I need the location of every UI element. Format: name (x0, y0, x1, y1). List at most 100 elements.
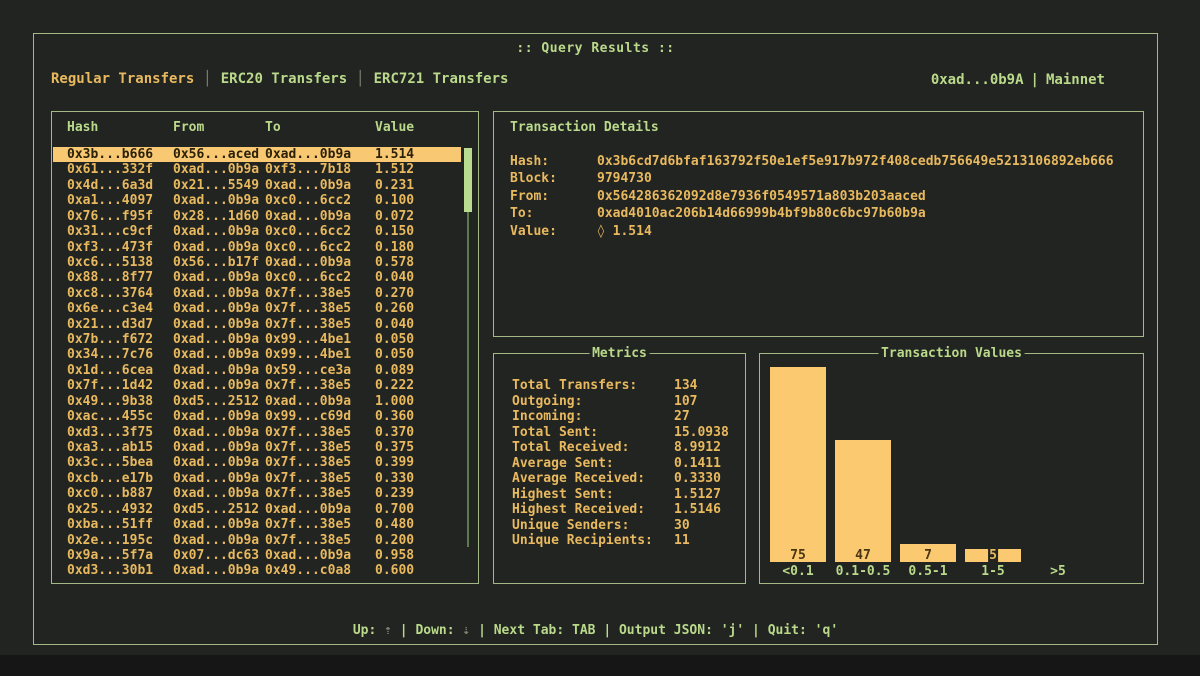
tab-erc721-transfers[interactable]: ERC721 Transfers (374, 71, 509, 87)
bar-value-label: 47 (855, 548, 871, 563)
table-row[interactable]: 0x3c...5bea0xad...0b9a0x7f...38e50.399 (53, 455, 461, 470)
cell-hash: 0x76...f95f (67, 209, 173, 224)
table-row[interactable]: 0x2e...195c0xad...0b9a0x7f...38e50.200 (53, 533, 461, 548)
status-separator: | (596, 623, 619, 638)
metric-average-sent: Average Sent:0.1411 (512, 456, 739, 472)
detail-field-hash: Hash:0x3b6cd7d6bfaf163792f50e1ef5e917b97… (510, 153, 1135, 170)
table-row[interactable]: 0x9a...5f7a0x07...dc630xad...0b9a0.958 (53, 548, 461, 563)
cell-to: 0x99...4be1 (265, 347, 375, 362)
table-row[interactable]: 0x3b...b6660x56...aced0xad...0b9a1.514 (53, 147, 461, 162)
tab-erc20-transfers[interactable]: ERC20 Transfers (221, 71, 347, 87)
metric-unique-recipients: Unique Recipients:11 (512, 533, 739, 549)
table-row[interactable]: 0xa1...40970xad...0b9a0xc0...6cc20.100 (53, 193, 461, 208)
table-row[interactable]: 0xac...455c0xad...0b9a0x99...c69d0.360 (53, 409, 461, 424)
metric-incoming: Incoming:27 (512, 409, 739, 425)
detail-field-from: From:0x564286362092d8e7936f0549571a803b2… (510, 188, 1135, 205)
table-row[interactable]: 0x7b...f6720xad...0b9a0x99...4be10.050 (53, 332, 461, 347)
cell-to: 0x7f...38e5 (265, 286, 375, 301)
table-row[interactable]: 0x76...f95f0x28...1d600xad...0b9a0.072 (53, 209, 461, 224)
metric-label: Total Sent: (512, 425, 674, 441)
table-row[interactable]: 0xc0...b8870xad...0b9a0x7f...38e50.239 (53, 486, 461, 501)
detail-value: 0x564286362092d8e7936f0549571a803b203aac… (597, 188, 926, 205)
detail-field-to: To:0xad4010ac206b14d66999b4bf9b80c6bc97b… (510, 205, 1135, 222)
cell-value: 0.375 (375, 440, 461, 455)
table-row[interactable]: 0x88...8f770xad...0b9a0xc0...6cc20.040 (53, 270, 461, 285)
table-row[interactable]: 0x1d...6cea0xad...0b9a0x59...ce3a0.089 (53, 363, 461, 378)
metric-value: 8.9912 (674, 440, 721, 456)
metric-label: Incoming: (512, 409, 674, 425)
bar-chart: 75<0.1470.1-0.570.5-151-5>5 (770, 354, 1143, 562)
cell-value: 0.480 (375, 517, 461, 532)
table-row[interactable]: 0x34...7c760xad...0b9a0x99...4be10.050 (53, 347, 461, 362)
table-row[interactable]: 0x25...49320xd5...25120xad...0b9a0.700 (53, 502, 461, 517)
column-header-to: To (265, 120, 375, 135)
metric-value: 30 (674, 518, 690, 534)
cell-hash: 0x25...4932 (67, 502, 173, 517)
table-row[interactable]: 0xd3...30b10xad...0b9a0x49...c0a80.600 (53, 563, 461, 578)
chart-bar-slot: 47 (835, 354, 891, 562)
table-row[interactable]: 0xa3...ab150xad...0b9a0x7f...38e50.375 (53, 440, 461, 455)
table-row[interactable]: 0xc8...37640xad...0b9a0x7f...38e50.270 (53, 286, 461, 301)
details-panel-title: Transaction Details (510, 120, 659, 135)
metric-label: Average Received: (512, 471, 674, 487)
table-row[interactable]: 0x61...332f0xad...0b9a0xf3...7b181.512 (53, 162, 461, 177)
cell-value: 0.072 (375, 209, 461, 224)
chart-bar-slot: 5 (965, 354, 1021, 562)
cell-hash: 0x4d...6a3d (67, 178, 173, 193)
cell-value: 0.222 (375, 378, 461, 393)
transaction-details-panel: Transaction Details Hash:0x3b6cd7d6bfaf1… (493, 111, 1144, 337)
scrollbar-thumb[interactable] (464, 148, 472, 212)
detail-label: Hash: (510, 153, 597, 170)
cell-from: 0xad...0b9a (173, 162, 265, 177)
table-row[interactable]: 0xba...51ff0xad...0b9a0x7f...38e50.480 (53, 517, 461, 532)
cell-to: 0x99...4be1 (265, 332, 375, 347)
table-row[interactable]: 0x21...d3d70xad...0b9a0x7f...38e50.040 (53, 317, 461, 332)
table-row[interactable]: 0x49...9b380xd5...25120xad...0b9a1.000 (53, 394, 461, 409)
table-row[interactable]: 0xd3...3f750xad...0b9a0x7f...38e50.370 (53, 425, 461, 440)
cell-to: 0xc0...6cc2 (265, 224, 375, 239)
table-row[interactable]: 0xf3...473f0xad...0b9a0xc0...6cc20.180 (53, 240, 461, 255)
table-row[interactable]: 0xc6...51380x56...b17f0xad...0b9a0.578 (53, 255, 461, 270)
table-row[interactable]: 0x31...c9cf0xad...0b9a0xc0...6cc20.150 (53, 224, 461, 239)
cell-hash: 0xc8...3764 (67, 286, 173, 301)
window-bottom-edge (0, 655, 1200, 676)
cell-value: 0.700 (375, 502, 461, 517)
bar (770, 367, 826, 562)
cell-to: 0x7f...38e5 (265, 301, 375, 316)
column-header-hash: Hash (67, 120, 173, 135)
cell-hash: 0xf3...473f (67, 240, 173, 255)
column-header-from: From (173, 120, 265, 135)
table-row[interactable]: 0x6e...c3e40xad...0b9a0x7f...38e50.260 (53, 301, 461, 316)
cell-to: 0x49...c0a8 (265, 563, 375, 578)
status-separator: | (470, 623, 493, 638)
network-badge: Mainnet (1046, 72, 1105, 88)
cell-to: 0xc0...6cc2 (265, 270, 375, 285)
chart-bar-slot: 7 (900, 354, 956, 562)
cell-value: 0.260 (375, 301, 461, 316)
metric-value: 107 (674, 394, 697, 410)
wallet-address: 0xad...0b9A (931, 72, 1024, 88)
metric-highest-received: Highest Received:1.5146 (512, 502, 739, 518)
status-separator: | (744, 623, 767, 638)
cell-to: 0x7f...38e5 (265, 517, 375, 532)
metric-label: Outgoing: (512, 394, 674, 410)
tab-regular-transfers[interactable]: Regular Transfers (51, 71, 194, 87)
status-separator: | (392, 623, 415, 638)
table-row[interactable]: 0xcb...e17b0xad...0b9a0x7f...38e50.330 (53, 471, 461, 486)
metric-value: 1.5146 (674, 502, 721, 518)
status-label-up: Up: (353, 623, 384, 638)
cell-to: 0xad...0b9a (265, 255, 375, 270)
metric-value: 11 (674, 533, 690, 549)
cell-to: 0x7f...38e5 (265, 440, 375, 455)
cell-hash: 0x3b...b666 (67, 147, 173, 162)
metric-total-received: Total Received:8.9912 (512, 440, 739, 456)
cell-from: 0xd5...2512 (173, 502, 265, 517)
table-row[interactable]: 0x7f...1d420xad...0b9a0x7f...38e50.222 (53, 378, 461, 393)
cell-hash: 0x49...9b38 (67, 394, 173, 409)
category-label: >5 (1030, 564, 1086, 579)
table-row[interactable]: 0x4d...6a3d0x21...55490xad...0b9a0.231 (53, 178, 461, 193)
status-label-quit: Quit: (768, 623, 815, 638)
cell-from: 0xad...0b9a (173, 224, 265, 239)
table-header-row: HashFromToValue (67, 120, 456, 135)
metric-outgoing: Outgoing:107 (512, 394, 739, 410)
